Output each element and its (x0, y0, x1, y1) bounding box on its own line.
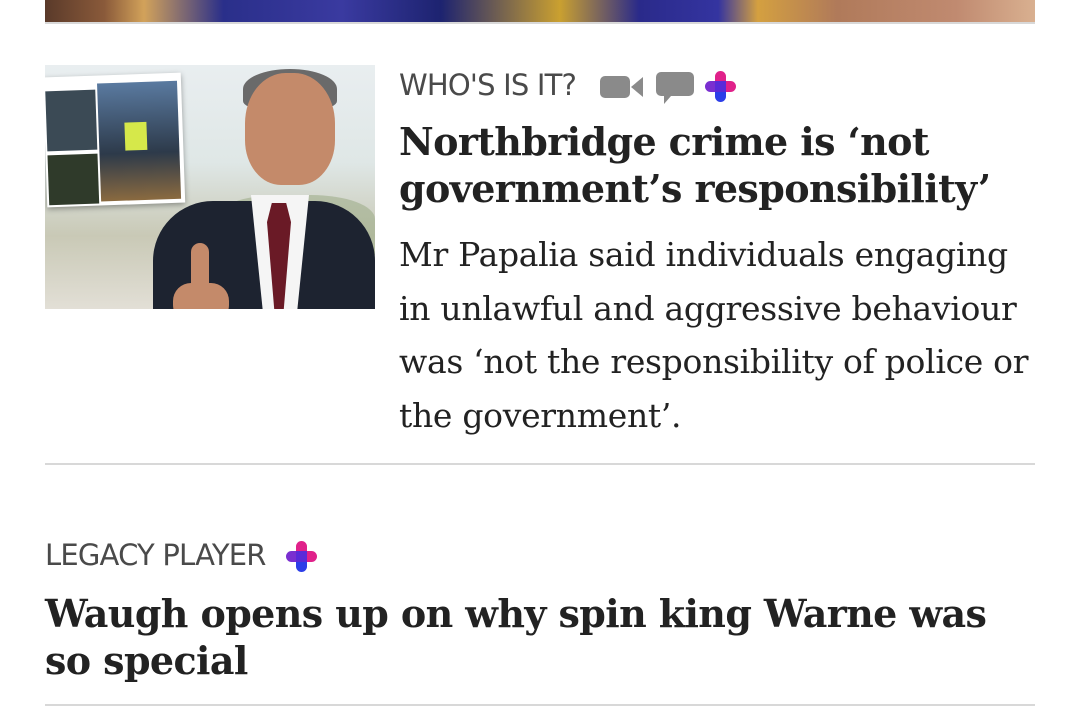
story-standfirst[interactable]: Mr Papalia said individuals engaging in … (399, 228, 1039, 442)
divider (45, 22, 1035, 24)
divider (45, 463, 1035, 465)
story-kicker: WHO'S IS IT? (399, 68, 577, 102)
premium-plus-icon (705, 71, 736, 102)
story-thumbnail[interactable] (45, 65, 375, 309)
comment-icon (656, 72, 694, 104)
story-kicker: LEGACY PLAYER (45, 538, 266, 572)
premium-plus-icon (286, 541, 317, 572)
divider (45, 704, 1035, 706)
video-camera-icon (600, 76, 643, 98)
previous-story-image[interactable] (45, 0, 1035, 22)
portrait-figure (153, 69, 375, 309)
story-headline[interactable]: Waugh opens up on why spin king Warne wa… (45, 590, 1005, 684)
story-headline[interactable]: Northbridge crime is ‘not government’s r… (399, 118, 1039, 212)
